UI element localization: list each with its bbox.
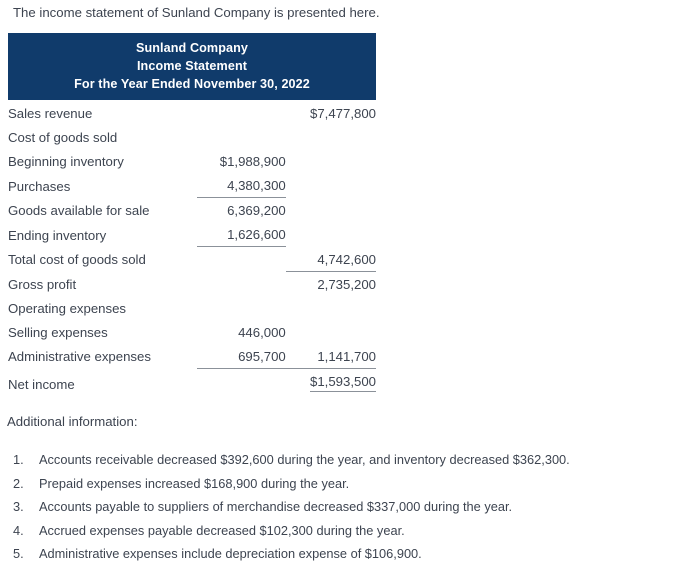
statement-row-label: Sales revenue (8, 106, 93, 121)
statement-header-company: Sunland Company (135, 41, 249, 55)
statement-row: Goods available for sale 6,369,200 (8, 198, 376, 223)
statement-row-amount-2: $7,477,800 (309, 106, 376, 121)
statement-row-amount-2 (286, 125, 376, 149)
statement-row-amount-1: 4,380,300 (196, 173, 286, 198)
statement-row-label: Total cost of goods sold (8, 252, 146, 267)
statement-row: Net income $1,593,500 (8, 367, 376, 396)
statement-row-amount-1: 446,000 (238, 324, 286, 340)
additional-information-item: 4. Accrued expenses payable decreased $10… (0, 523, 700, 539)
intro-text: The income statement of Sunland Company … (13, 5, 380, 20)
statement-row-amount-2 (286, 296, 376, 320)
statement-row-amount-1: 1,626,600 (196, 222, 286, 247)
double-underline: $1,593,500 (309, 374, 376, 392)
statement-row: Selling expenses 446,000 (8, 320, 376, 344)
additional-information-title: Additional information: (7, 414, 138, 429)
statement-row: Sales revenue $7,477,800 (8, 101, 376, 125)
item-number: 4. (13, 522, 24, 538)
additional-information-item: 2. Prepaid expenses increased $168,900 du… (0, 476, 700, 492)
statement-row-amount-2: $1,593,500 (285, 367, 376, 396)
statement-row-amount-1 (197, 296, 286, 320)
statement-row-amount-2 (286, 222, 376, 247)
statement-row: Beginning inventory $1,988,900 (8, 149, 376, 173)
statement-row-label: Goods available for sale (8, 203, 150, 218)
statement-header-title: Income Statement (136, 59, 248, 73)
statement-row-label: Gross profit (8, 276, 77, 292)
item-number: 1. (13, 452, 24, 467)
statement-row-amount-2: 2,735,200 (317, 276, 376, 292)
item-number: 3. (13, 499, 24, 514)
statement-row-amount-2: 4,742,600 (285, 246, 376, 272)
item-number: 5. (13, 546, 24, 561)
statement-row-amount-1 (197, 101, 286, 125)
additional-information-item: 3. Accounts payable to suppliers of merch… (0, 499, 700, 515)
additional-information-item: 1. Accounts receivable decreased $392,600… (0, 452, 700, 468)
additional-information-list: 1. Accounts receivable decreased $392,600… (0, 452, 700, 570)
item-text: Administrative expenses include deprecia… (39, 546, 422, 561)
statement-header: Sunland Company Income Statement For the… (8, 33, 376, 100)
statement-row-amount-2 (286, 173, 376, 198)
statement-table: Sales revenue $7,477,800 Cost of goods sol… (8, 101, 376, 396)
statement-row-label: Ending inventory (8, 227, 107, 243)
statement-row-amount-1 (197, 271, 286, 296)
statement-row-amount-2 (286, 320, 376, 344)
statement-row-amount-1 (197, 247, 286, 272)
statement-row: Ending inventory 1,626,600 (8, 222, 376, 247)
statement-row: Operating expenses (8, 296, 376, 320)
statement-row: Administrative expenses 695,700 1,141,700 (8, 343, 376, 369)
item-number: 2. (13, 475, 24, 491)
statement-row: Total cost of goods sold 4,742,600 (8, 246, 376, 272)
statement-row: Gross profit 2,735,200 (8, 271, 376, 296)
statement-row-amount-1 (197, 368, 286, 396)
statement-row: Cost of goods sold (8, 125, 376, 149)
statement-row-label: Net income (8, 376, 75, 392)
statement-row-label: Administrative expenses (8, 349, 151, 364)
statement-row-label: Operating expenses (8, 300, 127, 316)
statement-row-label: Selling expenses (8, 324, 108, 340)
statement-row-amount-1: $1,988,900 (219, 154, 286, 169)
statement-row: Purchases 4,380,300 (8, 173, 376, 198)
statement-row-label: Purchases (8, 178, 71, 194)
statement-row-label: Beginning inventory (8, 154, 124, 169)
item-text: Accounts receivable decreased $392,600 d… (39, 452, 570, 467)
additional-information-item: 5. Administrative expenses include deprec… (0, 546, 700, 562)
statement-row-amount-2 (286, 149, 376, 173)
statement-header-period: For the Year Ended November 30, 2022 (74, 77, 310, 91)
item-text: Accounts payable to suppliers of merchan… (39, 499, 513, 514)
income-statement: Sunland Company Income Statement For the… (8, 33, 376, 396)
statement-row-amount-1: 6,369,200 (227, 203, 286, 218)
statement-row-amount-2: 1,141,700 (285, 343, 376, 369)
statement-row-amount-1: 695,700 (196, 343, 286, 369)
item-text: Prepaid expenses increased $168,900 duri… (39, 475, 350, 491)
item-text: Accrued expenses payable decreased $102,… (39, 522, 405, 538)
statement-row-label: Cost of goods sold (8, 130, 118, 145)
statement-row-amount-2 (286, 198, 376, 223)
statement-row-amount-1 (197, 125, 286, 149)
